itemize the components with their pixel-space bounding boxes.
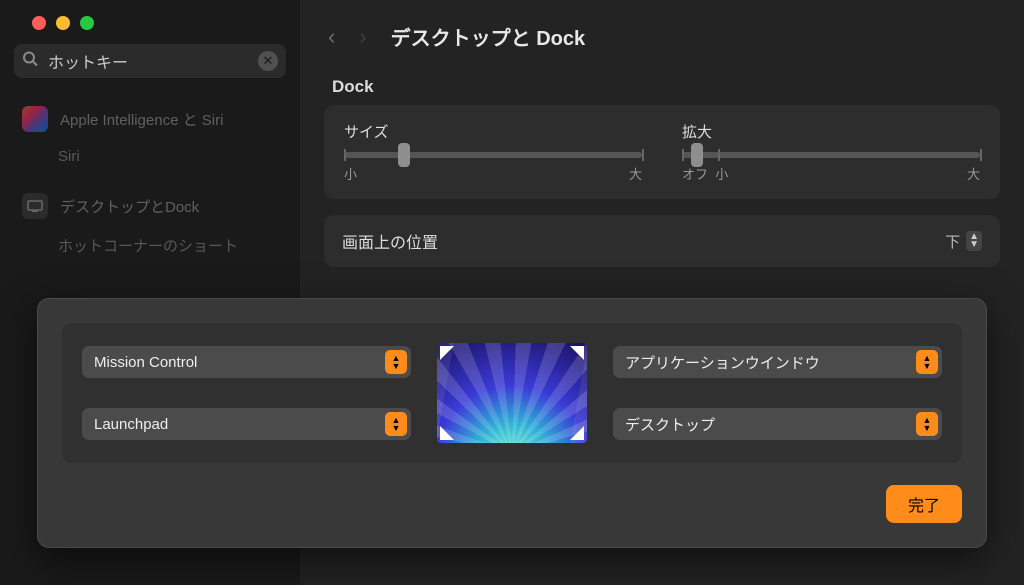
done-button[interactable]: 完了 xyxy=(886,485,962,523)
stepper-icon: ▲▼ xyxy=(966,231,982,251)
chevron-updown-icon: ▲▼ xyxy=(385,350,407,374)
clear-search-button[interactable]: ✕ xyxy=(258,51,278,71)
corner-marker-tr xyxy=(570,346,584,360)
page-title: デスクトップと Dock xyxy=(391,22,585,51)
sidebar-item-label: Apple Intelligence と Siri xyxy=(60,109,223,130)
nav-back-button[interactable]: ‹ xyxy=(328,24,335,50)
sidebar-item-apple-intelligence[interactable]: Apple Intelligence と Siri xyxy=(14,96,286,142)
hotcorners-sheet-overlay: Mission Control ▲▼ アプリケーションウインドウ ▲▼ Laun… xyxy=(0,298,1024,585)
hotcorner-bottom-right-select[interactable]: デスクトップ ▲▼ xyxy=(613,408,942,440)
dock-size-thumb[interactable] xyxy=(398,143,410,167)
hotcorner-top-left-select[interactable]: Mission Control ▲▼ xyxy=(82,346,411,378)
sidebar-item-label: デスクトップとDock xyxy=(60,196,199,217)
corner-marker-bl xyxy=(440,426,454,440)
dock-magnification-thumb[interactable] xyxy=(691,143,703,167)
chevron-updown-icon: ▲▼ xyxy=(916,412,938,436)
search-input[interactable] xyxy=(14,44,286,78)
sidebar-subitem-hotcorners[interactable]: ホットコーナーのショート xyxy=(14,229,286,274)
corner-marker-br xyxy=(570,426,584,440)
dock-section-label: Dock xyxy=(332,77,992,97)
dock-position-row[interactable]: 画面上の位置 下 ▲▼ xyxy=(324,215,1000,267)
dock-size-slider[interactable]: サイズ 小 大 xyxy=(344,121,642,183)
window-close-button[interactable] xyxy=(32,16,46,30)
hotcorner-bottom-left-select[interactable]: Launchpad ▲▼ xyxy=(82,408,411,440)
hotcorners-sheet: Mission Control ▲▼ アプリケーションウインドウ ▲▼ Laun… xyxy=(37,298,987,548)
hotcorner-top-right-select[interactable]: アプリケーションウインドウ ▲▼ xyxy=(613,346,942,378)
dock-magnification-slider[interactable]: 拡大 オフ 小 大 xyxy=(682,121,980,183)
sidebar-subitem-siri[interactable]: Siri xyxy=(14,142,286,183)
corner-marker-tl xyxy=(440,346,454,360)
chevron-updown-icon: ▲▼ xyxy=(916,350,938,374)
window-minimize-button[interactable] xyxy=(56,16,70,30)
nav-forward-button: › xyxy=(359,24,366,50)
siri-icon xyxy=(22,106,48,132)
desktop-icon xyxy=(22,193,48,219)
chevron-updown-icon: ▲▼ xyxy=(385,412,407,436)
dock-sliders-card: サイズ 小 大 拡大 xyxy=(324,105,1000,199)
window-zoom-button[interactable] xyxy=(80,16,94,30)
hotcorners-preview xyxy=(437,343,587,443)
search-icon xyxy=(22,51,38,72)
sidebar-item-desktop-dock[interactable]: デスクトップとDock xyxy=(14,183,286,229)
